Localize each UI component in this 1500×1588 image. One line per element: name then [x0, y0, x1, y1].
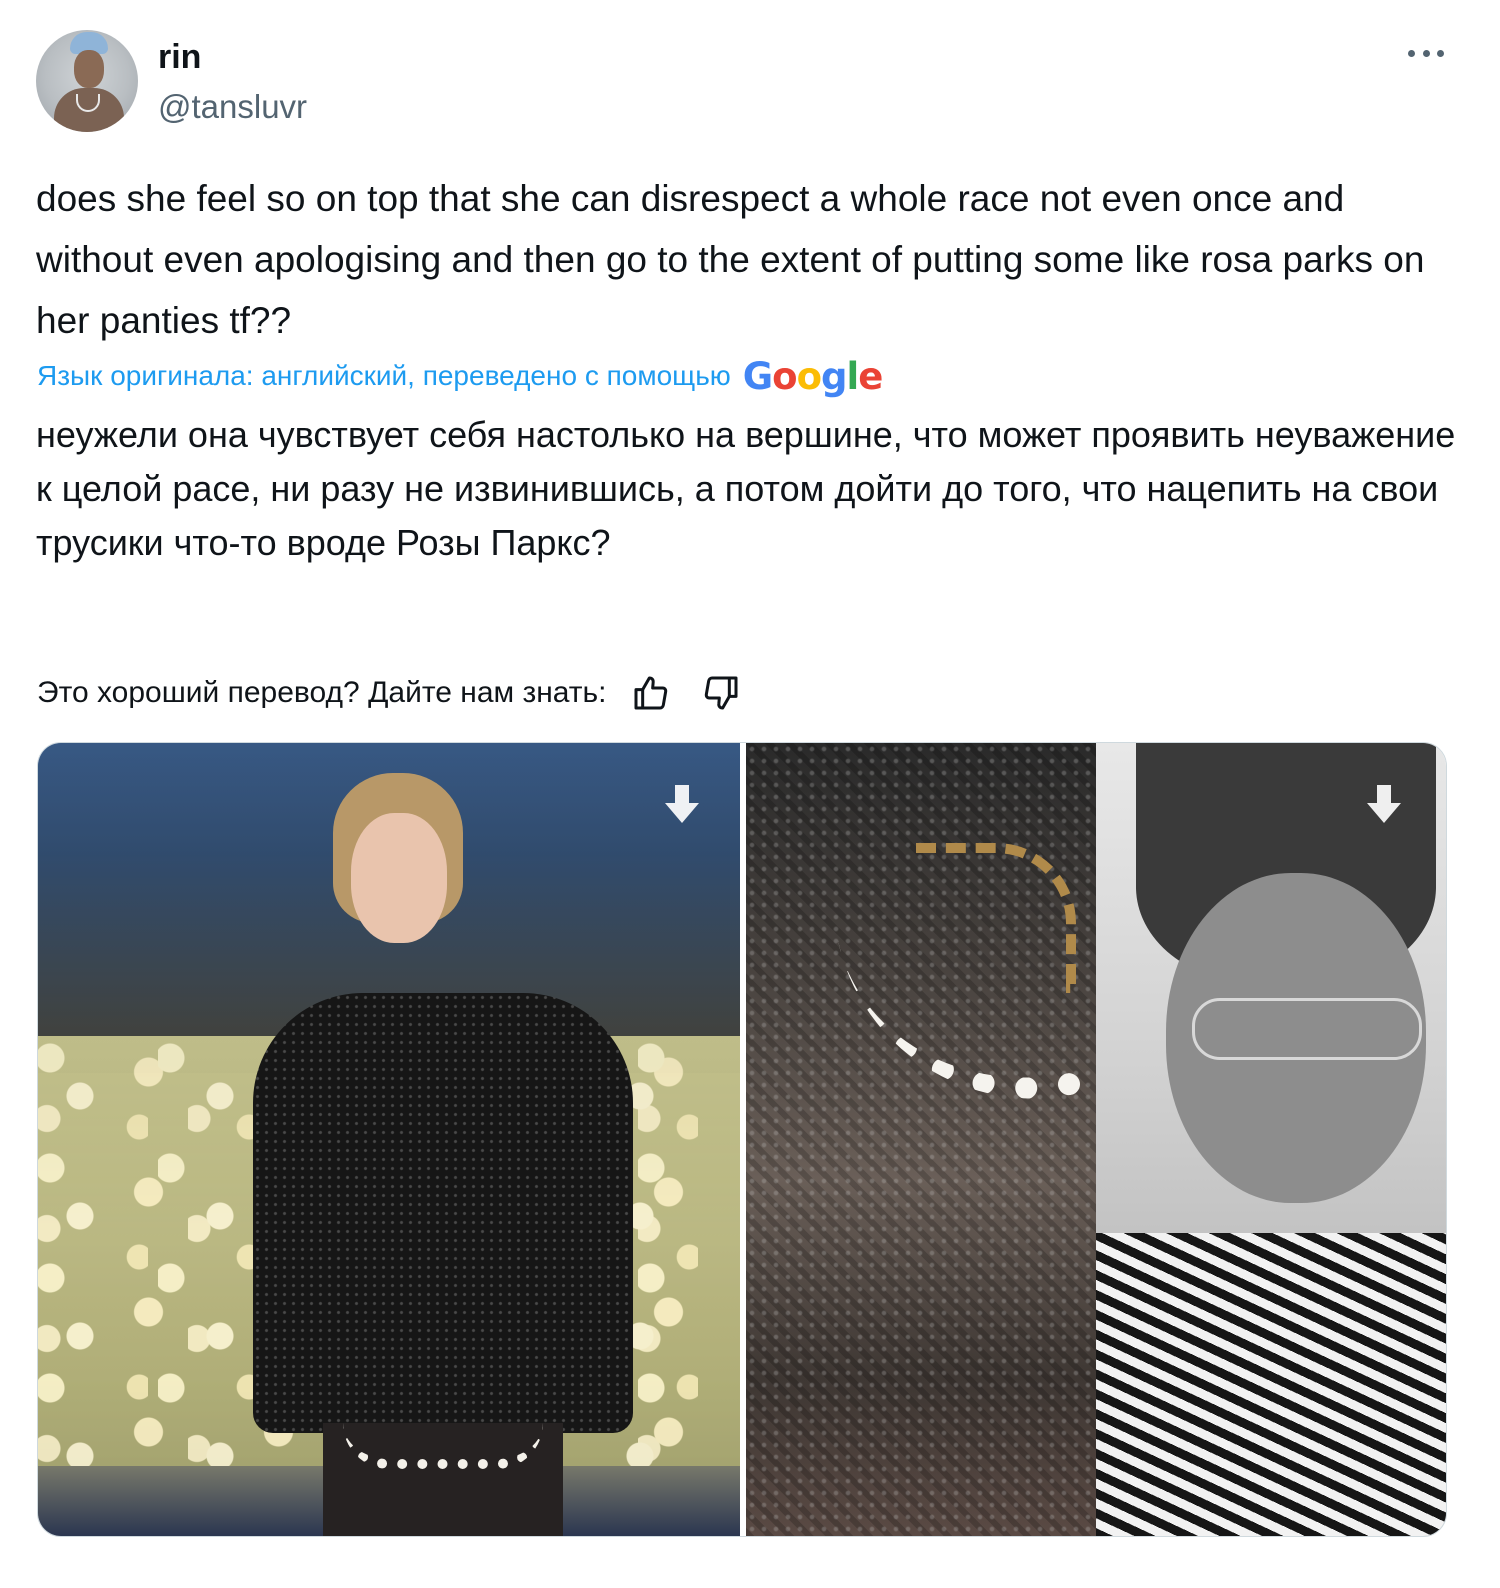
download-arrow-icon[interactable]	[662, 783, 702, 827]
thumbs-down-icon	[704, 676, 738, 710]
more-options-icon[interactable]	[1404, 38, 1448, 68]
thumbs-up-icon	[634, 676, 667, 710]
download-arrow-icon[interactable]	[1364, 783, 1404, 827]
photo-portrait[interactable]	[1096, 743, 1446, 1536]
translation-notice-text[interactable]: Язык оригинала: английский, переведено с…	[37, 360, 731, 392]
photo-lace-detail[interactable]	[746, 743, 1096, 1536]
display-name[interactable]: rin	[158, 38, 201, 77]
translation-feedback: Это хороший перевод? Дайте нам знать:	[37, 668, 743, 718]
thumbs-down-button[interactable]	[699, 671, 743, 715]
tweet: rin @tansluvr does she feel so on top th…	[0, 0, 1500, 1588]
photo-red-carpet[interactable]	[38, 743, 740, 1536]
media-grid	[37, 742, 1447, 1537]
feedback-prompt: Это хороший перевод? Дайте нам знать:	[37, 676, 607, 709]
user-handle[interactable]: @tansluvr	[158, 88, 307, 126]
google-logo: Google	[742, 354, 884, 398]
thumbs-up-button[interactable]	[629, 671, 673, 715]
tweet-text: does she feel so on top that she can dis…	[36, 178, 1425, 341]
translation-notice[interactable]: Язык оригинала: английский, переведено с…	[37, 354, 884, 398]
translated-text: неужели она чувствует себя настолько на …	[36, 414, 1456, 563]
avatar[interactable]	[36, 30, 138, 132]
